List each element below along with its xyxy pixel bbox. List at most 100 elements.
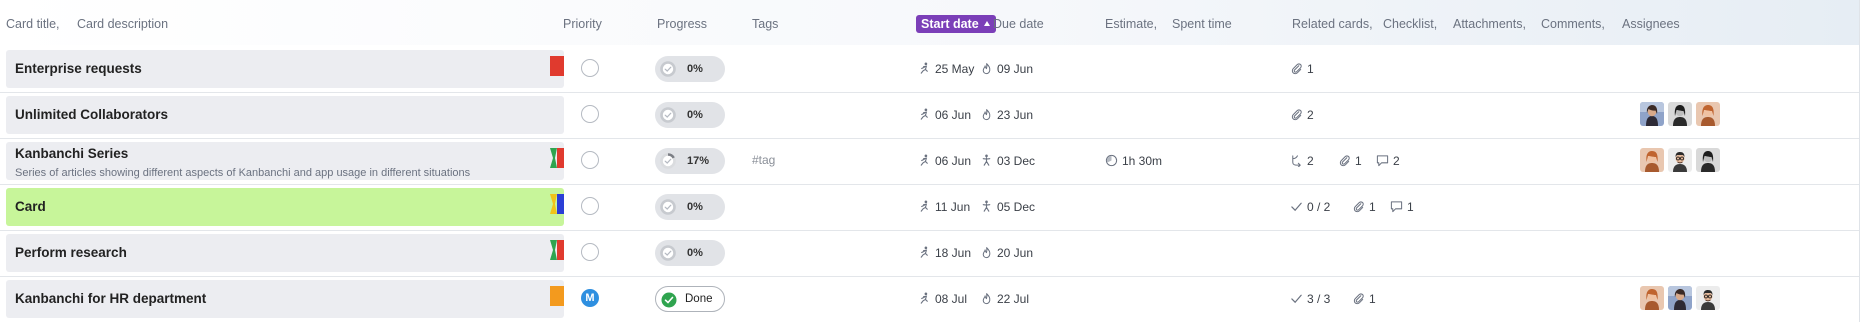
priority-indicator[interactable] [581, 59, 599, 77]
header-card-title[interactable]: Card title, [6, 17, 60, 32]
attachments-count-text: 2 [1307, 108, 1314, 122]
header-estimate[interactable]: Estimate, [1105, 17, 1157, 32]
table-row[interactable]: Card 0% 11 Jun 05 Dec 0 / 2 1 1 [0, 184, 1860, 231]
card-title[interactable]: Card [15, 199, 46, 214]
assignee-avatar[interactable] [1640, 148, 1664, 172]
assignee-avatar[interactable] [1668, 148, 1692, 172]
card-title-cell[interactable]: Kanbanchi for HR department [6, 280, 564, 318]
progress-ring-icon [660, 245, 676, 261]
start-date-text: 25 May [935, 62, 975, 76]
priority-indicator[interactable] [581, 243, 599, 261]
progress-ring-icon [660, 61, 676, 77]
due-date: 22 Jul [980, 291, 1029, 307]
table-row[interactable]: Unlimited Collaborators 0% 06 Jun 23 Jun 2 [0, 92, 1860, 139]
card-title-cell[interactable]: Kanbanchi Series Series of articles showi… [6, 142, 564, 180]
finish-runner-icon [980, 199, 997, 215]
table-row[interactable]: Enterprise requests 0% 25 May 09 Jun 1 [0, 46, 1860, 93]
priority-indicator[interactable] [581, 197, 599, 215]
header-checklist[interactable]: Checklist, [1383, 17, 1437, 32]
header-card-description[interactable]: Card description [77, 17, 168, 32]
assignee-avatar[interactable] [1696, 286, 1720, 310]
progress-pill[interactable]: 0% [655, 240, 725, 266]
header-progress[interactable]: Progress [657, 17, 707, 32]
header-comments[interactable]: Comments, [1541, 17, 1605, 32]
checklist-progress-text: 3 / 3 [1307, 292, 1331, 306]
priority-indicator[interactable] [581, 105, 599, 123]
checkmark-icon [1290, 291, 1307, 307]
table-row[interactable]: Kanbanchi Series Series of articles showi… [0, 138, 1860, 185]
assignee-avatar[interactable] [1696, 148, 1720, 172]
progress-pill[interactable]: 0% [655, 194, 725, 220]
due-date-text: 05 Dec [997, 200, 1036, 214]
header-related-cards[interactable]: Related cards, [1292, 17, 1373, 32]
header-due-date[interactable]: Due date [993, 17, 1044, 32]
table-row[interactable]: Perform research 0% 18 Jun 20 Jun [0, 230, 1860, 277]
card-title[interactable]: Perform research [15, 245, 127, 260]
due-date-text: 03 Dec [997, 154, 1036, 168]
flame-icon [980, 107, 997, 123]
paperclip-icon [1290, 107, 1307, 123]
assignee-avatar[interactable] [1668, 286, 1692, 310]
header-tags[interactable]: Tags [752, 17, 778, 32]
progress-ring-icon [660, 107, 676, 123]
progress-pill[interactable]: 0% [655, 56, 725, 82]
start-date-label: Start date [921, 17, 979, 31]
card-title[interactable]: Kanbanchi Series [15, 146, 128, 161]
priority-indicator[interactable]: M [581, 289, 599, 307]
progress-value: 0% [687, 247, 703, 259]
progress-pill[interactable]: 0% [655, 102, 725, 128]
card-title[interactable]: Unlimited Collaborators [15, 107, 168, 122]
progress-pill[interactable]: Done [655, 286, 725, 312]
progress-value: 0% [687, 109, 703, 121]
comment-icon [1390, 199, 1407, 215]
table-row[interactable]: Kanbanchi for HR department M Done 08 Jul 22… [0, 276, 1860, 322]
attachments-count-text: 1 [1369, 292, 1376, 306]
due-date-text: 22 Jul [997, 292, 1030, 306]
card-title[interactable]: Kanbanchi for HR department [15, 291, 206, 306]
due-date: 23 Jun [980, 107, 1033, 123]
progress-value: 17% [687, 155, 710, 167]
color-tag-flag-icon [550, 194, 564, 214]
card-title-cell[interactable]: Enterprise requests [6, 50, 564, 88]
card-title-cell[interactable]: Unlimited Collaborators [6, 96, 564, 134]
header-priority[interactable]: Priority [563, 17, 602, 32]
attachments-count: 1 [1338, 153, 1362, 169]
list-header: Card title, Card description Priority Pr… [0, 0, 1860, 45]
color-tag-flag-icon [550, 56, 564, 76]
assignee-avatar[interactable] [1640, 286, 1664, 310]
related-cards: 2 [1290, 153, 1314, 169]
runner-icon [918, 153, 935, 169]
due-date: 03 Dec [980, 153, 1035, 169]
runner-icon [918, 291, 935, 307]
related-cards-text: 2 [1307, 154, 1314, 168]
related-icon [1290, 153, 1307, 169]
due-date-text: 20 Jun [997, 246, 1034, 260]
checklist-progress-text: 0 / 2 [1307, 200, 1331, 214]
header-start-date-sorted[interactable]: Start date [916, 15, 996, 33]
tag-label[interactable]: #tag [752, 153, 775, 167]
assignee-avatar[interactable] [1640, 102, 1664, 126]
card-title-cell[interactable]: Card [6, 188, 564, 226]
spent-time: 1h 30m [1105, 153, 1162, 169]
checkmark-icon [1290, 199, 1307, 215]
comment-icon [1376, 153, 1393, 169]
attachments-count-text: 1 [1307, 62, 1314, 76]
assignee-avatar[interactable] [1668, 102, 1692, 126]
start-date: 25 May [918, 61, 974, 77]
comments-count: 1 [1390, 199, 1414, 215]
assignee-avatar[interactable] [1696, 102, 1720, 126]
card-title[interactable]: Enterprise requests [15, 61, 142, 76]
comments-count-text: 1 [1407, 200, 1414, 214]
start-date-text: 06 Jun [935, 154, 972, 168]
header-assignees[interactable]: Assignees [1622, 17, 1680, 32]
checklist-progress: 0 / 2 [1290, 199, 1330, 215]
priority-indicator[interactable] [581, 151, 599, 169]
header-attachments[interactable]: Attachments, [1453, 17, 1526, 32]
header-spent-time[interactable]: Spent time [1172, 17, 1232, 32]
progress-pill[interactable]: 17% [655, 148, 725, 174]
attachments-count-text: 1 [1369, 200, 1376, 214]
card-title-cell[interactable]: Perform research [6, 234, 564, 272]
runner-icon [918, 61, 935, 77]
checklist-progress: 3 / 3 [1290, 291, 1330, 307]
progress-value: 0% [687, 201, 703, 213]
